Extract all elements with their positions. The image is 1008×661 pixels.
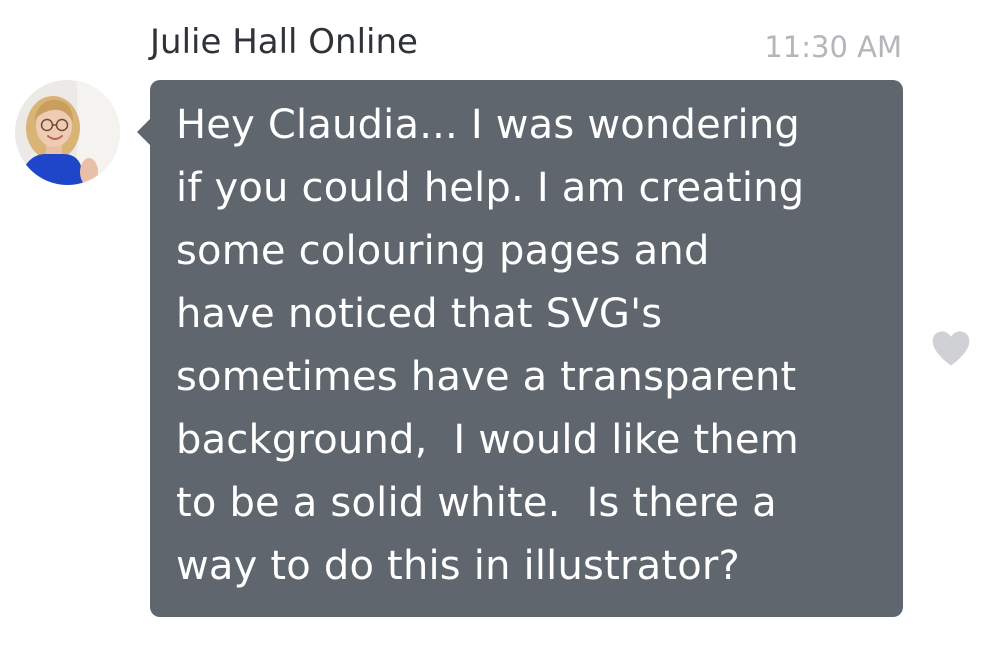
message-timestamp: 11:30 AM [764,30,902,64]
message-text-line: some colouring pages and [176,228,710,274]
heart-icon [932,331,970,366]
avatar-photo [15,80,120,185]
message-text-line: Hey Claudia... I was wondering [176,102,800,148]
message-bubble[interactable]: Hey Claudia... I was wondering if you co… [150,80,903,617]
avatar[interactable] [15,80,120,185]
sender-name: Julie Hall Online [150,22,418,62]
message-text-line: if you could help. I am creating [176,165,805,211]
like-button[interactable] [930,328,972,368]
message-text-line: sometimes have a transparent [176,354,797,400]
message-text-line: to be a solid white. Is there a [176,480,777,526]
bubble-tail [137,118,151,146]
message-text-line: have noticed that SVG's [176,291,663,337]
message-text-line: way to do this in illustrator? [176,543,740,589]
message-text-line: background, I would like them [176,417,799,463]
